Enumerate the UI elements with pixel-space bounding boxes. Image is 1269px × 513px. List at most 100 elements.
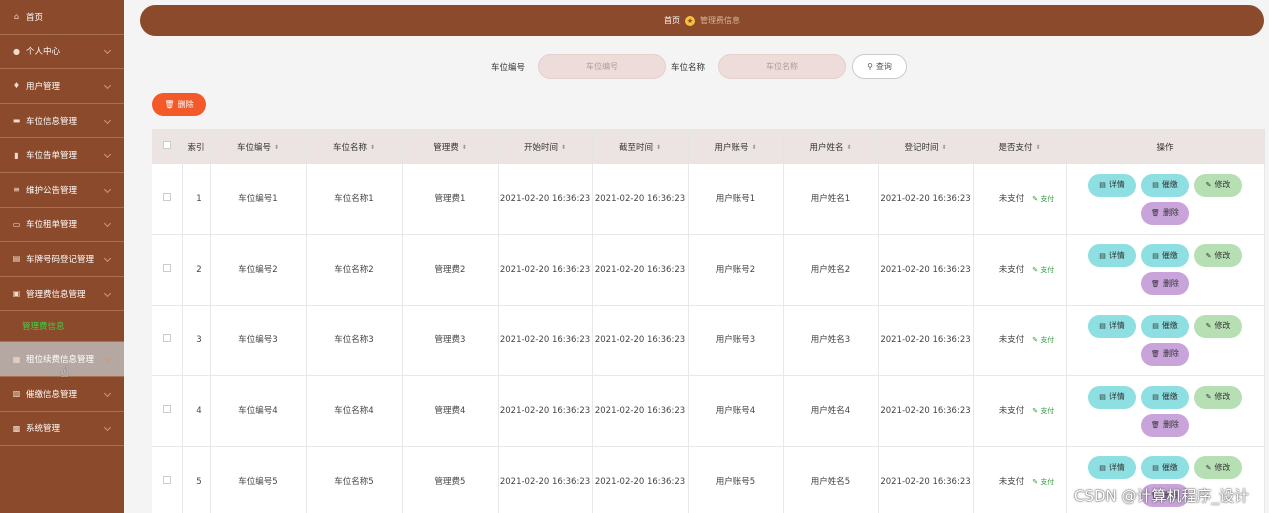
sidebar-item-2[interactable]: ♦ 用户管理 xyxy=(0,69,124,104)
paid-status: 未支付 xyxy=(998,264,1025,275)
col-name[interactable]: 车位名称 ⬍ xyxy=(306,129,403,164)
urge-label: 催缴 xyxy=(1161,180,1178,190)
col-account[interactable]: 用户账号 ⬍ xyxy=(688,129,784,164)
sidebar-item-5[interactable]: ≡ 维护公告管理 xyxy=(0,173,124,208)
col-start-label: 开始时间 xyxy=(523,142,558,153)
urge-button[interactable]: ▤ 催缴 xyxy=(1141,314,1189,338)
urge-button[interactable]: ▤ 催缴 xyxy=(1141,173,1189,197)
row-delete-button[interactable]: 🗑 删除 xyxy=(1141,201,1189,225)
row-delete-button[interactable]: 🗑 删除 xyxy=(1141,272,1189,296)
search-input-code[interactable]: 车位编号 xyxy=(538,54,666,79)
urge-label: 催缴 xyxy=(1161,321,1178,331)
table-row: 1 车位编号1 车位名称1 管理费1 2021-02-20 16:36:23 2021-0… xyxy=(152,164,1265,236)
edit-icon: ✎ xyxy=(1205,463,1212,472)
urge-icon: ▧ xyxy=(12,389,21,399)
sidebar-item-4[interactable]: ▮ 车位告单管理 xyxy=(0,138,124,173)
edit-button[interactable]: ✎ 修改 xyxy=(1194,314,1242,338)
plate-icon: ▤ xyxy=(12,254,21,264)
pay-link[interactable]: ✎ 支付 xyxy=(1032,195,1054,203)
search-button[interactable]: ⚲ 查询 xyxy=(852,54,907,79)
detail-button[interactable]: ▤ 详情 xyxy=(1088,314,1136,338)
sidebar-item-3[interactable]: ▬ 车位信息管理 xyxy=(0,104,124,139)
pay-link[interactable]: ✎ 支付 xyxy=(1032,266,1054,274)
edit-button[interactable]: ✎ 修改 xyxy=(1194,173,1242,197)
chevron-down-icon xyxy=(103,47,112,55)
sidebar-item-11[interactable]: ▩ 系统管理 xyxy=(0,412,124,447)
urge-label: 催缴 xyxy=(1161,392,1178,402)
urge-label: 催缴 xyxy=(1161,250,1178,260)
col-fee[interactable]: 管理费 ⬍ xyxy=(402,129,499,164)
document-icon: ▤ xyxy=(1152,181,1159,190)
urge-button[interactable]: ▤ 催缴 xyxy=(1141,456,1189,480)
cell-start: 2021-02-20 16:36:23 xyxy=(498,305,593,377)
col-user[interactable]: 用户姓名 ⬍ xyxy=(783,129,879,164)
row-delete-button[interactable]: 🗑 删除 xyxy=(1141,413,1189,437)
cell-paid: 未支付 ✎ 支付 xyxy=(973,375,1067,447)
row-checkbox[interactable] xyxy=(152,375,183,447)
cell-account: 用户账号3 xyxy=(688,305,784,377)
cell-index: 3 xyxy=(182,305,211,377)
detail-button[interactable]: ▤ 详情 xyxy=(1088,385,1136,409)
sidebar-item-label: 车位租单管理 xyxy=(26,220,78,231)
row-checkbox[interactable] xyxy=(152,446,183,513)
edit-button[interactable]: ✎ 修改 xyxy=(1194,385,1242,409)
sidebar-item-10[interactable]: ▧ 催缴信息管理 xyxy=(0,377,124,412)
cell-code: 车位编号5 xyxy=(210,446,307,513)
pay-link-label: 支付 xyxy=(1040,265,1055,274)
row-delete-button[interactable]: 🗑 删除 xyxy=(1141,342,1189,366)
paid-status: 未支付 xyxy=(998,476,1025,487)
submenu-fee-info[interactable]: 管理费信息 xyxy=(0,311,124,343)
pay-link[interactable]: ✎ 支付 xyxy=(1032,478,1054,486)
delete-button-label: 删除 xyxy=(177,100,194,109)
pay-link[interactable]: ✎ 支付 xyxy=(1032,407,1054,415)
watermark: CSDN @计算机程序_设计 xyxy=(1073,487,1249,505)
detail-button[interactable]: ▤ 详情 xyxy=(1088,173,1136,197)
edit-icon: ✎ xyxy=(1032,336,1039,345)
sort-icon: ⬍ xyxy=(273,143,280,151)
sidebar-item-1[interactable]: ● 个人中心 xyxy=(0,35,124,70)
detail-button[interactable]: ▤ 详情 xyxy=(1088,456,1136,480)
cell-fee: 管理费4 xyxy=(402,375,499,447)
chevron-down-icon xyxy=(103,185,112,193)
col-paid[interactable]: 是否支付 ⬍ xyxy=(973,129,1067,164)
cell-user: 用户姓名2 xyxy=(783,234,879,306)
breadcrumb-home[interactable]: 首页 xyxy=(664,15,680,26)
delete-button[interactable]: 🗑 删除 xyxy=(152,93,206,116)
sidebar-item-8[interactable]: ▣ 管理费信息管理 xyxy=(0,277,124,312)
table-row: 4 车位编号4 车位名称4 管理费4 2021-02-20 16:36:23 2021-0… xyxy=(152,375,1265,447)
cell-end: 2021-02-20 16:36:23 xyxy=(592,446,689,513)
star-icon: ★ xyxy=(685,15,695,26)
cell-code: 车位编号2 xyxy=(210,234,307,306)
row-delete-label: 删除 xyxy=(1162,420,1179,430)
cell-reg: 2021-02-20 16:36:23 xyxy=(878,234,974,306)
edit-button[interactable]: ✎ 修改 xyxy=(1194,456,1242,480)
document-icon: ▤ xyxy=(1099,181,1106,190)
col-start[interactable]: 开始时间 ⬍ xyxy=(498,129,593,164)
sidebar-item-0[interactable]: ⌂ 首页 xyxy=(0,0,124,35)
urge-button[interactable]: ▤ 催缴 xyxy=(1141,385,1189,409)
row-delete-label: 删除 xyxy=(1162,208,1179,218)
sidebar-item-7[interactable]: ▤ 车牌号码登记管理 xyxy=(0,242,124,277)
cell-paid: 未支付 ✎ 支付 xyxy=(973,305,1067,377)
select-all-checkbox[interactable] xyxy=(152,129,183,164)
settings-icon: ▩ xyxy=(12,423,21,433)
col-code[interactable]: 车位编号 ⬍ xyxy=(210,129,307,164)
pay-link[interactable]: ✎ 支付 xyxy=(1032,336,1054,344)
cell-name: 车位名称1 xyxy=(306,164,403,236)
col-reg[interactable]: 登记时间 ⬍ xyxy=(878,129,974,164)
chevron-down-icon xyxy=(103,254,112,262)
search-input-name[interactable]: 车位名称 xyxy=(718,54,846,79)
detail-button[interactable]: ▤ 详情 xyxy=(1088,244,1136,268)
row-checkbox[interactable] xyxy=(152,305,183,377)
col-end[interactable]: 截至时间 ⬍ xyxy=(592,129,689,164)
urge-button[interactable]: ▤ 催缴 xyxy=(1141,244,1189,268)
announce-icon: ≡ xyxy=(13,185,20,195)
sidebar-item-6[interactable]: ▭ 车位租单管理 xyxy=(0,208,124,243)
cell-end: 2021-02-20 16:36:23 xyxy=(592,305,689,377)
users-icon: ♦ xyxy=(12,81,21,91)
row-checkbox[interactable] xyxy=(152,164,183,236)
edit-button[interactable]: ✎ 修改 xyxy=(1194,244,1242,268)
row-checkbox[interactable] xyxy=(152,234,183,306)
chevron-down-icon xyxy=(103,116,112,124)
sidebar: ⌂ 首页 ● 个人中心 ♦ 用户管理 ▬ 车位信息管理 ▮ 车位告单管理 ≡ 维护公告管理 ▭ 车位租单管… xyxy=(0,0,124,513)
